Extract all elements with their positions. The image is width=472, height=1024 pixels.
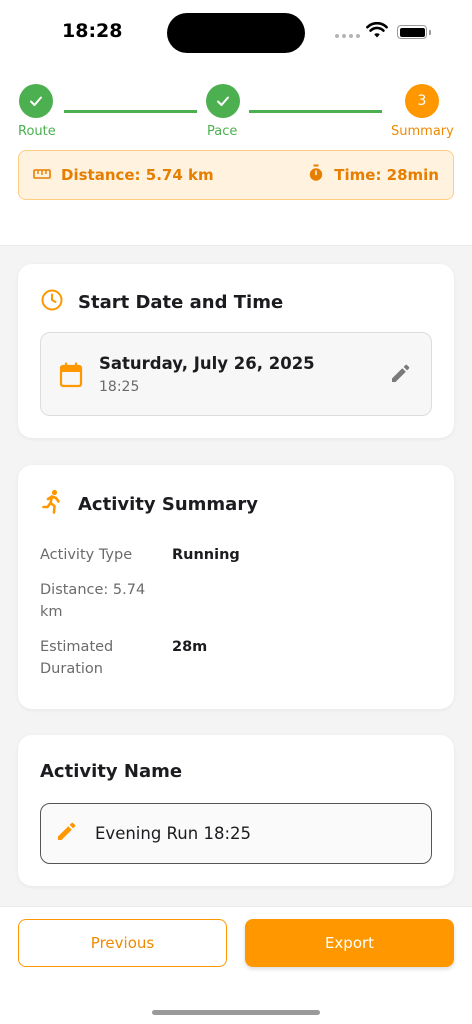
- activity-name-value: Evening Run 18:25: [95, 824, 251, 843]
- activity-type-label: Activity Type: [40, 547, 133, 563]
- distance-text: Distance: 5.74 km: [61, 166, 214, 184]
- start-date-header: Start Date and Time: [40, 288, 283, 316]
- clock-icon: [40, 288, 64, 316]
- dynamic-island: [167, 13, 305, 53]
- time-info: Time: 28min: [308, 164, 439, 186]
- distance-info: Distance: 5.74 km: [33, 166, 214, 184]
- bottom-action-bar: Previous Export: [0, 906, 472, 1024]
- step-summary-number[interactable]: 3: [405, 84, 439, 118]
- pencil-icon[interactable]: [389, 363, 411, 389]
- start-date-value: Saturday, July 26, 2025: [99, 354, 315, 373]
- cellular-signal-icon: [335, 34, 360, 38]
- step-route-label: Route: [18, 124, 56, 139]
- activity-summary-card: Activity Summary Activity Type Running D…: [18, 465, 454, 709]
- activity-summary-header: Activity Summary: [40, 489, 258, 519]
- stopwatch-icon: [308, 164, 324, 186]
- activity-name-input[interactable]: Evening Run 18:25: [40, 803, 432, 864]
- step-route-check-icon[interactable]: [19, 84, 53, 118]
- step-summary-label: Summary: [391, 124, 454, 139]
- battery-icon: [397, 25, 431, 39]
- activity-type-value: Running: [172, 547, 240, 563]
- wizard-header: Route Pace 3 Summary Distance: 5.74 km T…: [0, 62, 472, 246]
- export-button[interactable]: Export: [245, 919, 454, 967]
- calendar-icon: [59, 362, 83, 392]
- activity-summary-title: Activity Summary: [78, 493, 258, 515]
- time-text: Time: 28min: [334, 166, 439, 184]
- home-indicator[interactable]: [152, 1010, 320, 1015]
- step-connector: [64, 110, 197, 113]
- start-time-value: 18:25: [99, 379, 140, 395]
- start-date-title: Start Date and Time: [78, 291, 284, 313]
- status-bar: 18:28: [0, 0, 472, 62]
- step-pace-check-icon[interactable]: [206, 84, 240, 118]
- step-connector: [249, 110, 382, 113]
- distance-summary-label: Distance: 5.74 km: [40, 582, 146, 620]
- estimated-duration-value: 28m: [172, 639, 208, 655]
- wifi-icon: [366, 21, 388, 43]
- activity-name-title: Activity Name: [40, 761, 183, 782]
- status-time: 18:28: [62, 20, 123, 42]
- date-time-picker[interactable]: Saturday, July 26, 2025 18:25: [40, 332, 432, 416]
- runner-icon: [40, 489, 64, 519]
- estimated-duration-label: Estimated Duration: [40, 639, 114, 677]
- route-info-bar: Distance: 5.74 km Time: 28min: [18, 150, 454, 200]
- previous-button[interactable]: Previous: [18, 919, 227, 967]
- pencil-icon: [55, 821, 77, 847]
- step-pace-label: Pace: [207, 124, 238, 139]
- start-date-card: Start Date and Time Saturday, July 26, 2…: [18, 264, 454, 438]
- ruler-icon: [33, 166, 51, 184]
- activity-name-card: Activity Name Evening Run 18:25: [18, 735, 454, 886]
